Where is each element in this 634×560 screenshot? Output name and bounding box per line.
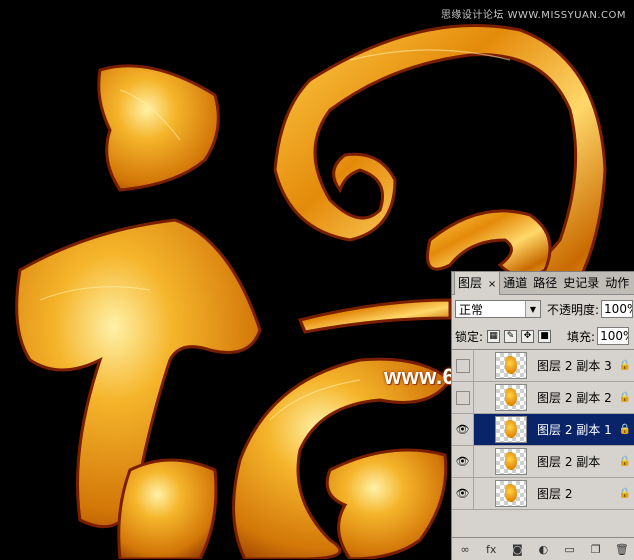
lock-row: 锁定: ▦ ✎ ✥ ■ 填充: 100% bbox=[452, 323, 634, 349]
trash-icon[interactable]: 🗑 bbox=[615, 543, 629, 556]
fill-field[interactable]: 100% bbox=[597, 327, 630, 345]
lock-icon: 🔒 bbox=[618, 392, 631, 403]
panel-footer: ∞ fx ◙ ◐ ▭ ❐ 🗑 bbox=[452, 537, 634, 560]
move-icon[interactable]: ✥ bbox=[521, 329, 535, 343]
tab-layers-label: 图层 bbox=[458, 276, 483, 290]
lock-label: 锁定: bbox=[455, 329, 484, 344]
eye-icon: 👁 bbox=[455, 455, 470, 468]
adjustment-icon[interactable]: ◐ bbox=[536, 543, 550, 556]
tab-paths[interactable]: 路径 bbox=[530, 272, 560, 294]
layer-row[interactable]: 👁 图层 2 副本 🔒 bbox=[452, 446, 634, 478]
fill-label: 填充: bbox=[567, 329, 596, 344]
tab-history[interactable]: 史记录 bbox=[560, 272, 602, 294]
layer-name: 图层 2 副本 bbox=[537, 455, 601, 469]
lock-icon[interactable]: ■ bbox=[538, 329, 552, 343]
layer-row-selected[interactable]: 👁 图层 2 副本 1 🔒 bbox=[452, 414, 634, 446]
tab-channels[interactable]: 通道 bbox=[500, 272, 530, 294]
blend-mode-select[interactable]: 正常 ▼ bbox=[455, 300, 541, 318]
visibility-toggle[interactable]: 👁 bbox=[452, 478, 474, 509]
layer-name: 图层 2 副本 1 bbox=[537, 423, 612, 437]
lock-icon: 🔒 bbox=[618, 456, 631, 467]
layer-thumbnail bbox=[495, 384, 527, 411]
tab-layers[interactable]: 图层 × bbox=[454, 271, 501, 295]
hidden-eye-icon bbox=[455, 358, 470, 373]
link-icon[interactable]: ∞ bbox=[458, 543, 472, 556]
layer-list: 图层 2 副本 3 🔒 图层 2 副本 2 🔒 👁 图层 2 副本 1 🔒 👁 … bbox=[452, 349, 634, 539]
mask-icon[interactable]: ◙ bbox=[510, 543, 524, 556]
layer-row[interactable]: 图层 2 副本 3 🔒 bbox=[452, 350, 634, 382]
panel-tabs: 图层 × 通道 路径 史记录 动作 bbox=[452, 271, 634, 295]
eye-icon: 👁 bbox=[455, 423, 470, 436]
layer-name: 图层 2 bbox=[537, 487, 573, 501]
lock-icon: 🔒 bbox=[618, 360, 631, 371]
folder-icon[interactable]: ▭ bbox=[563, 543, 577, 556]
visibility-toggle[interactable] bbox=[452, 382, 474, 413]
brush-icon[interactable]: ✎ bbox=[504, 329, 518, 343]
opacity-label: 不透明度: bbox=[547, 302, 600, 317]
blend-row: 正常 ▼ 不透明度: 100% bbox=[452, 295, 634, 323]
layer-thumbnail bbox=[495, 352, 527, 379]
new-layer-icon[interactable]: ❐ bbox=[589, 543, 603, 556]
stroke-dot bbox=[97, 64, 220, 192]
stroke-bottom-left bbox=[117, 458, 218, 559]
tab-actions[interactable]: 动作 bbox=[602, 272, 632, 294]
layer-name: 图层 2 副本 3 bbox=[537, 359, 612, 373]
stroke-right-swirl bbox=[426, 209, 552, 278]
visibility-toggle[interactable] bbox=[452, 350, 474, 381]
stroke-thin-bar bbox=[297, 298, 452, 334]
lock-transparent-icon[interactable]: ▦ bbox=[487, 329, 501, 343]
opacity-field[interactable]: 100% bbox=[601, 300, 634, 318]
layer-thumbnail bbox=[495, 448, 527, 475]
layer-thumbnail bbox=[495, 416, 527, 443]
hidden-eye-icon bbox=[455, 390, 470, 405]
visibility-toggle[interactable]: 👁 bbox=[452, 414, 474, 445]
layers-panel: 图层 × 通道 路径 史记录 动作 正常 ▼ 不透明度: 100% 锁定: ▦ … bbox=[451, 271, 634, 560]
chevron-down-icon[interactable]: ▼ bbox=[525, 301, 540, 317]
stroke-bottom-right bbox=[325, 448, 448, 559]
site-watermark: 思缘设计论坛 WWW.MISSYUAN.COM bbox=[440, 10, 626, 21]
layer-thumbnail bbox=[495, 480, 527, 507]
layer-row[interactable]: 图层 2 副本 2 🔒 bbox=[452, 382, 634, 414]
blend-mode-value: 正常 bbox=[459, 302, 484, 317]
layer-row[interactable]: 👁 图层 2 🔒 bbox=[452, 478, 634, 510]
visibility-toggle[interactable]: 👁 bbox=[452, 446, 474, 477]
lock-icon: 🔒 bbox=[618, 424, 631, 435]
fx-icon[interactable]: fx bbox=[484, 543, 498, 556]
layer-name: 图层 2 副本 2 bbox=[537, 391, 612, 405]
eye-icon: 👁 bbox=[455, 487, 470, 500]
lock-icon: 🔒 bbox=[618, 488, 631, 499]
close-icon[interactable]: × bbox=[488, 279, 496, 290]
